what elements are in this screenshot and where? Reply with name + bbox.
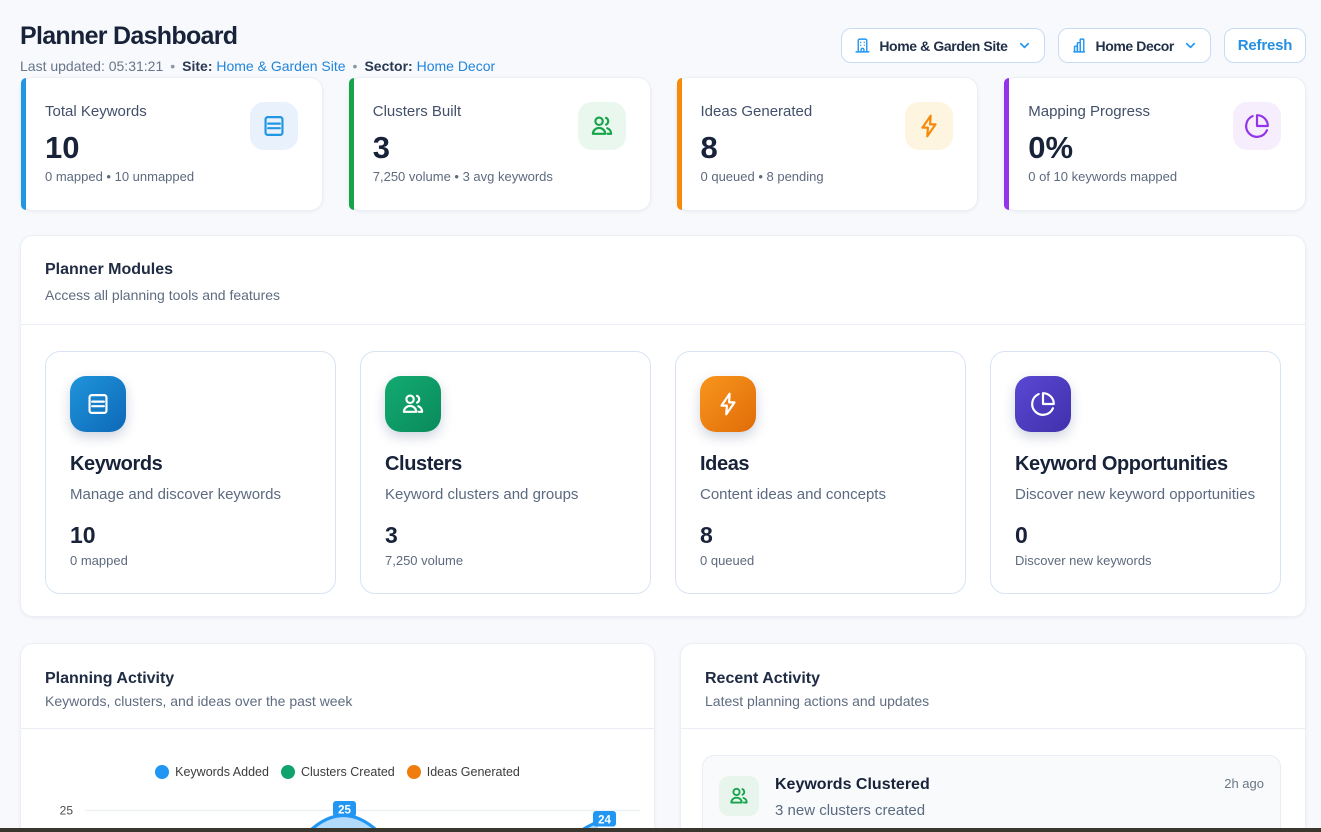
svg-text:25: 25: [338, 805, 351, 817]
svg-text:24: 24: [598, 815, 611, 827]
svg-text:25: 25: [60, 804, 74, 818]
